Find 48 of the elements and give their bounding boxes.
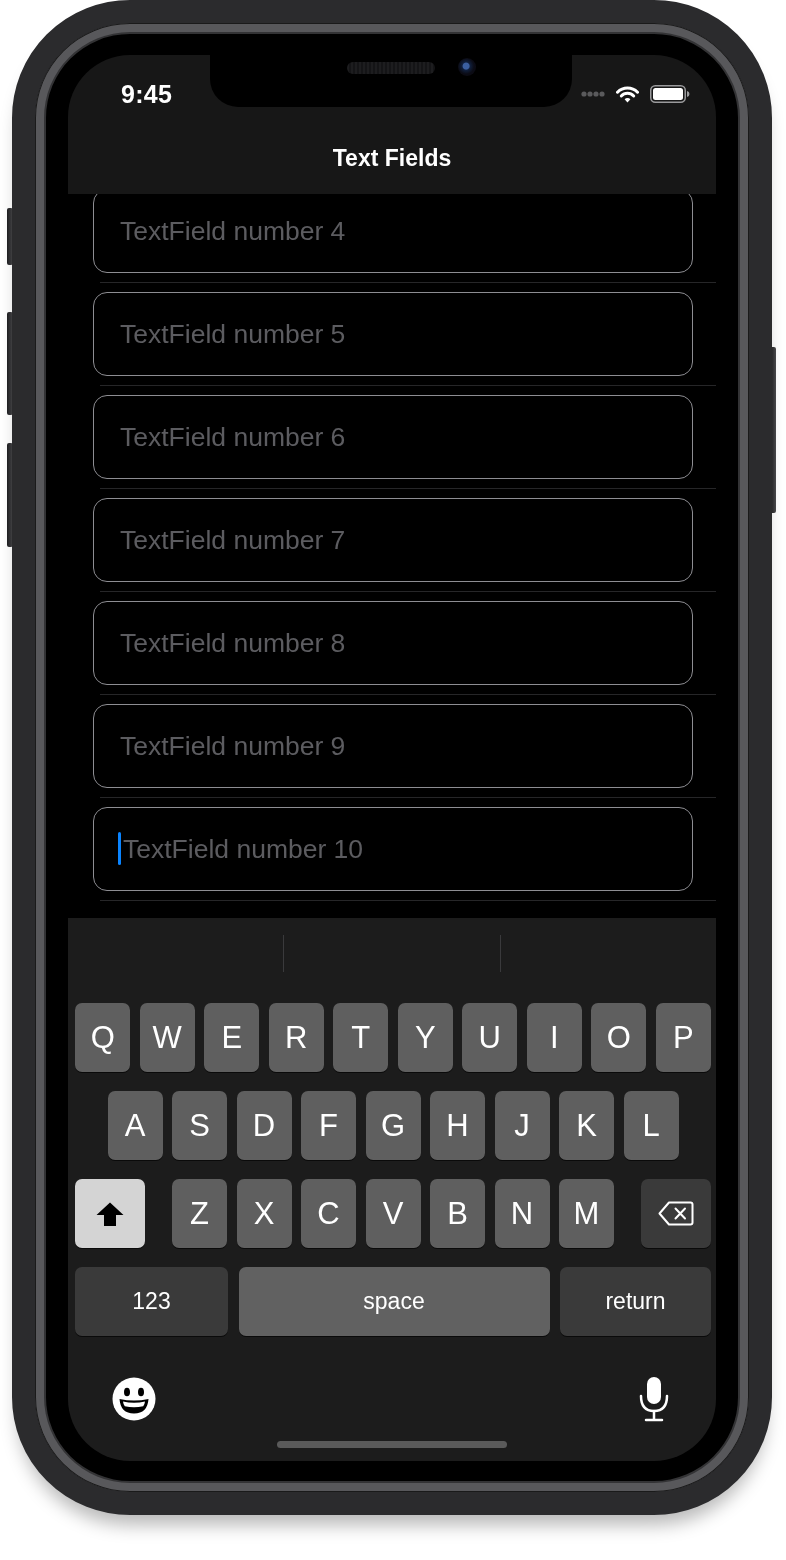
keyboard-key[interactable]: H	[430, 1091, 485, 1160]
wifi-icon	[616, 85, 639, 103]
text-field[interactable]: TextField number 9	[93, 704, 693, 788]
shift-arrow-icon	[95, 1200, 125, 1227]
keyboard-key[interactable]: W	[139, 1003, 195, 1072]
emoji-icon[interactable]	[112, 1377, 156, 1421]
text-field[interactable]: TextField number 4	[93, 194, 693, 273]
keyboard-key[interactable]: M	[559, 1179, 614, 1248]
keyboard-key[interactable]: E	[204, 1003, 260, 1072]
text-field[interactable]: TextField number 5	[93, 292, 693, 376]
keyboard-key[interactable]: B	[430, 1179, 485, 1248]
keyboard-key[interactable]: U	[462, 1003, 518, 1072]
keyboard-key[interactable]: Z	[172, 1179, 227, 1248]
battery-icon	[650, 85, 690, 103]
text-field[interactable]: TextField number 6	[93, 395, 693, 479]
status-time: 9:45	[121, 81, 173, 107]
signal-dots-icon	[581, 91, 605, 97]
keyboard-key[interactable]: I	[526, 1003, 582, 1072]
keyboard-key[interactable]: R	[268, 1003, 324, 1072]
text-field[interactable]: TextField number 7	[93, 498, 693, 582]
camera-lens	[458, 58, 476, 76]
keyboard-key[interactable]: Q	[75, 1003, 131, 1072]
keyboard-key[interactable]: V	[365, 1179, 421, 1248]
keyboard-key[interactable]: G	[365, 1091, 421, 1160]
keyboard-key[interactable]: F	[301, 1091, 356, 1160]
text-field[interactable]: TextField number 8	[93, 601, 693, 685]
keyboard-key[interactable]: J	[494, 1091, 550, 1160]
space-key[interactable]: space	[238, 1267, 550, 1336]
return-key[interactable]: return	[560, 1267, 711, 1336]
microphone-icon[interactable]	[638, 1376, 670, 1422]
keyboard-key[interactable]: C	[301, 1179, 356, 1248]
backspace-icon	[658, 1201, 694, 1226]
keyboard-key[interactable]: P	[655, 1003, 711, 1072]
text-field[interactable]: TextField number 10	[93, 807, 693, 891]
numbers-key[interactable]: 123	[75, 1267, 228, 1336]
keyboard-key[interactable]: S	[172, 1091, 227, 1160]
keyboard-key[interactable]: Y	[397, 1003, 453, 1072]
delete-key[interactable]	[641, 1179, 711, 1248]
keyboard-key[interactable]: T	[333, 1003, 389, 1072]
keyboard-key[interactable]: K	[559, 1091, 614, 1160]
keyboard-key[interactable]: D	[236, 1091, 292, 1160]
shift-key[interactable]	[75, 1179, 145, 1248]
keyboard-key[interactable]: N	[494, 1179, 550, 1248]
keyboard-key[interactable]: X	[236, 1179, 292, 1248]
navigation-title: Text Fields	[332, 145, 452, 173]
keyboard-key[interactable]: A	[107, 1091, 163, 1160]
keyboard-key[interactable]: O	[591, 1003, 647, 1072]
keyboard-key[interactable]: L	[623, 1091, 679, 1160]
